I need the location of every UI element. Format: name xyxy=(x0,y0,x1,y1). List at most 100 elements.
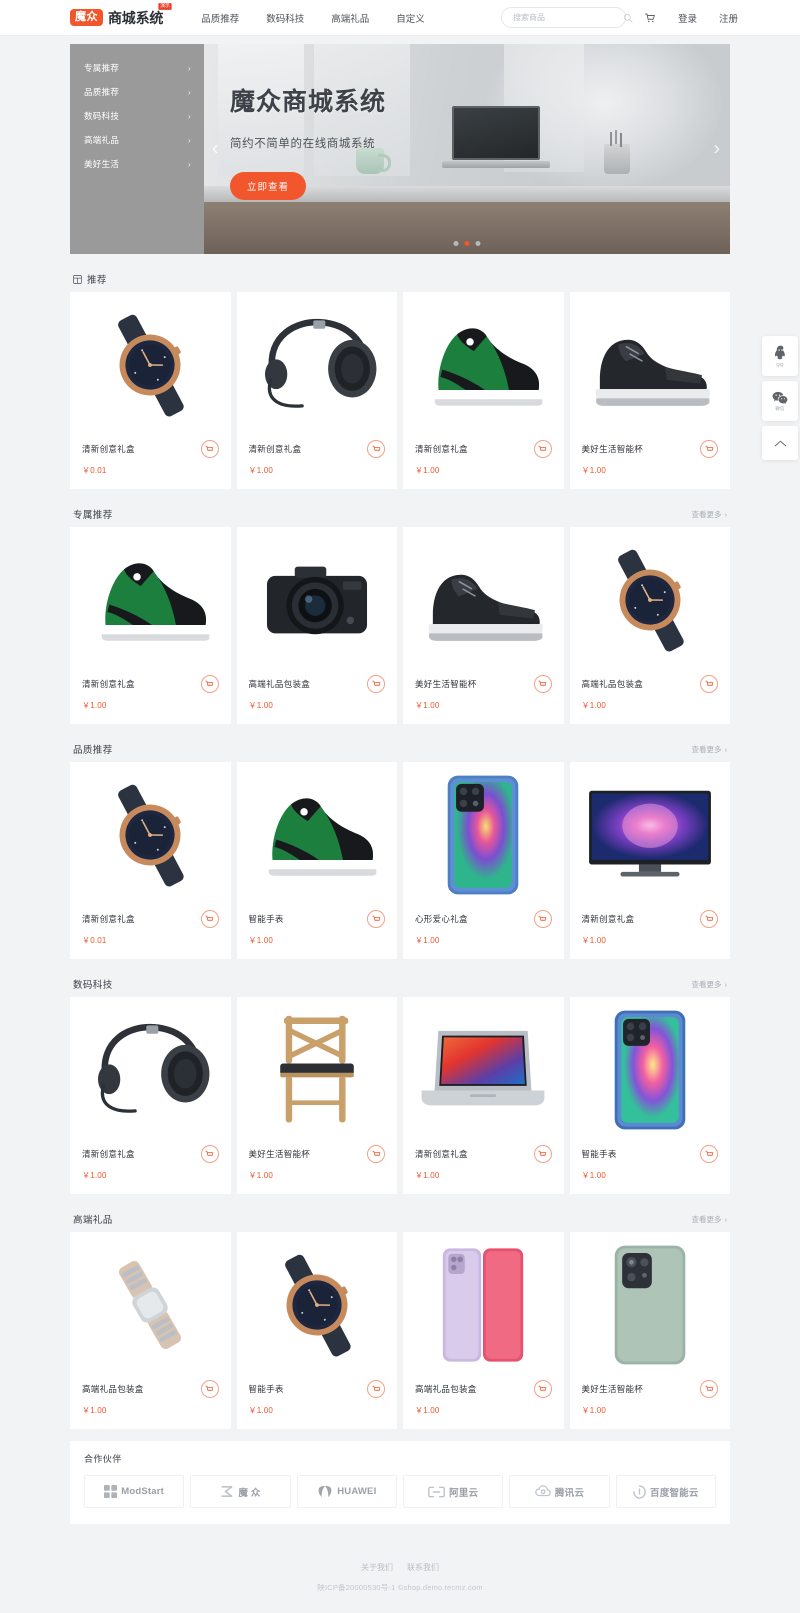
section-more-link[interactable]: 查看更多 › xyxy=(692,979,728,990)
product-card[interactable]: 清新创意礼盒 ￥1.00 xyxy=(403,292,564,489)
add-to-cart-button[interactable] xyxy=(200,440,219,458)
product-grid-0: 清新创意礼盒 ￥0.01 清新创意礼盒 ￥1.00 清新创意礼盒 ￥1.00 美… xyxy=(70,292,730,489)
cart-icon xyxy=(205,1385,214,1391)
add-to-cart-button[interactable] xyxy=(367,1145,385,1163)
product-card[interactable]: 清新创意礼盒 ￥1.00 xyxy=(569,762,730,959)
add-to-cart-button[interactable] xyxy=(367,1380,385,1398)
partner-baidu[interactable]: 百度智能云 xyxy=(615,1475,716,1508)
search-box[interactable] xyxy=(500,7,633,28)
footer-link-about[interactable]: 关于我们 xyxy=(361,1562,393,1573)
carousel-dot-2[interactable] xyxy=(464,241,470,246)
section-header-0: 推荐 xyxy=(70,266,730,292)
product-card[interactable]: 清新创意礼盒 ￥0.01 xyxy=(70,762,231,959)
add-to-cart-button[interactable] xyxy=(700,440,718,458)
product-price: ￥1.00 xyxy=(248,936,274,945)
add-to-cart-button[interactable] xyxy=(200,910,219,928)
chevron-right-icon: › xyxy=(724,744,728,754)
register-link[interactable]: 注册 xyxy=(719,11,738,25)
sidebar-item-4[interactable]: 美好生活 › xyxy=(70,152,204,176)
qq-contact-button[interactable]: QQ xyxy=(762,336,798,376)
site-logo[interactable]: 魔众 商城系统 演示 xyxy=(70,2,172,28)
wechat-contact-button[interactable]: 微信 xyxy=(762,381,798,421)
product-grid-2: 清新创意礼盒 ￥0.01 智能手表 ￥1.00 心形爱心礼盒 ￥1.00 清新创… xyxy=(70,762,730,959)
product-card[interactable]: 高端礼品包装盒 ￥1.00 xyxy=(403,1232,564,1429)
product-card[interactable]: 美好生活智能杯 ￥1.00 xyxy=(403,527,564,724)
product-name: 心形爱心礼盒 xyxy=(415,914,468,924)
product-card[interactable]: 美好生活智能杯 ￥1.00 xyxy=(236,997,397,1194)
product-card[interactable]: 高端礼品包装盒 ￥1.00 xyxy=(70,1232,231,1429)
sidebar-item-1[interactable]: 品质推荐 › xyxy=(70,80,204,104)
product-card[interactable]: 智能手表 ￥1.00 xyxy=(236,1232,397,1429)
partner-modstart[interactable]: ModStart xyxy=(84,1475,185,1508)
product-card[interactable]: 清新创意礼盒 ￥1.00 xyxy=(70,527,231,724)
section-more-link[interactable]: 查看更多 › xyxy=(692,509,728,520)
add-to-cart-button[interactable] xyxy=(200,675,219,693)
product-card[interactable]: 清新创意礼盒 ￥1.00 xyxy=(236,292,397,489)
add-to-cart-button[interactable] xyxy=(367,675,385,693)
carousel-dot-3[interactable] xyxy=(475,241,481,246)
nav-item-1[interactable]: 数码科技 xyxy=(266,11,304,25)
add-to-cart-button[interactable] xyxy=(533,675,552,693)
carousel-dot-1[interactable] xyxy=(453,241,459,246)
add-to-cart-button[interactable] xyxy=(700,675,718,693)
add-to-cart-button[interactable] xyxy=(367,440,385,458)
add-to-cart-button[interactable] xyxy=(700,910,718,928)
add-to-cart-button[interactable] xyxy=(200,1380,219,1398)
product-info: 美好生活智能杯 ￥1.00 xyxy=(403,673,564,724)
cart-icon xyxy=(205,680,214,686)
sidebar-item-2[interactable]: 数码科技 › xyxy=(70,104,204,128)
hero-cta-button[interactable]: 立即查看 xyxy=(230,172,307,200)
product-card[interactable]: 清新创意礼盒 ￥1.00 xyxy=(403,997,564,1194)
add-to-cart-button[interactable] xyxy=(700,1145,718,1163)
product-image xyxy=(403,292,564,438)
add-to-cart-button[interactable] xyxy=(200,1145,219,1163)
product-card[interactable]: 高端礼品包装盒 ￥1.00 xyxy=(236,527,398,724)
carousel-prev-arrow[interactable]: ‹ xyxy=(212,140,218,159)
product-card[interactable]: 清新创意礼盒 ￥1.00 xyxy=(70,997,231,1194)
product-grid-3: 清新创意礼盒 ￥1.00 美好生活智能杯 ￥1.00 清新创意礼盒 ￥1.00 … xyxy=(70,997,730,1194)
product-card[interactable]: 清新创意礼盒 ￥0.01 xyxy=(70,292,231,489)
partner-huawei[interactable]: HUAWEI xyxy=(296,1475,397,1508)
add-to-cart-button[interactable] xyxy=(533,440,552,458)
carousel-next-arrow[interactable]: › xyxy=(714,140,720,159)
floating-toolbar: QQ 微信 xyxy=(762,336,798,460)
product-info: 高端礼品包装盒 ￥1.00 xyxy=(237,673,398,724)
product-card[interactable]: 心形爱心礼盒 ￥1.00 xyxy=(403,762,564,959)
partner-tencent[interactable]: 腾讯云 xyxy=(509,1475,610,1508)
section-more-link[interactable]: 查看更多 › xyxy=(692,744,728,755)
cart-button[interactable] xyxy=(644,12,656,24)
add-to-cart-button[interactable] xyxy=(533,1145,552,1163)
add-to-cart-button[interactable] xyxy=(700,1380,718,1398)
search-input[interactable] xyxy=(512,13,623,22)
grid-icon xyxy=(73,274,82,284)
section-more-link[interactable]: 查看更多 › xyxy=(692,1214,728,1225)
nav-item-0[interactable]: 品质推荐 xyxy=(201,11,239,25)
logo-text: 商城系统 xyxy=(108,9,164,26)
sidebar-item-0[interactable]: 专属推荐 › xyxy=(70,56,204,80)
add-to-cart-button[interactable] xyxy=(533,1380,552,1398)
product-info: 美好生活智能杯 ￥1.00 xyxy=(570,1378,731,1429)
carousel-dots xyxy=(453,241,481,246)
product-info: 清新创意礼盒 ￥0.01 xyxy=(70,908,231,959)
sidebar-item-label: 品质推荐 xyxy=(84,87,120,97)
login-link[interactable]: 登录 xyxy=(678,11,697,25)
sidebar-item-3[interactable]: 高端礼品 › xyxy=(70,128,204,152)
product-card[interactable]: 智能手表 ￥1.00 xyxy=(569,997,730,1194)
nav-item-2[interactable]: 高端礼品 xyxy=(331,11,369,25)
cart-icon xyxy=(538,1150,547,1156)
product-card[interactable]: 美好生活智能杯 ￥1.00 xyxy=(569,1232,731,1429)
add-to-cart-button[interactable] xyxy=(367,910,385,928)
partner-aliyun[interactable]: 阿里云 xyxy=(402,1475,504,1508)
product-card[interactable]: 智能手表 ￥1.00 xyxy=(236,762,397,959)
add-to-cart-button[interactable] xyxy=(533,910,552,928)
back-to-top-button[interactable] xyxy=(762,426,798,460)
product-image xyxy=(403,1232,564,1378)
partner-mozhong[interactable]: 魔 众 xyxy=(190,1475,291,1508)
product-price: ￥1.00 xyxy=(415,1171,440,1180)
product-price: ￥1.00 xyxy=(415,701,440,710)
product-card[interactable]: 美好生活智能杯 ￥1.00 xyxy=(569,292,730,489)
product-info: 高端礼品包装盒 ￥1.00 xyxy=(403,1378,564,1429)
nav-item-3[interactable]: 自定义 xyxy=(396,11,425,25)
product-card[interactable]: 高端礼品包装盒 ￥1.00 xyxy=(569,527,730,724)
footer-link-contact[interactable]: 联系我们 xyxy=(407,1562,439,1573)
